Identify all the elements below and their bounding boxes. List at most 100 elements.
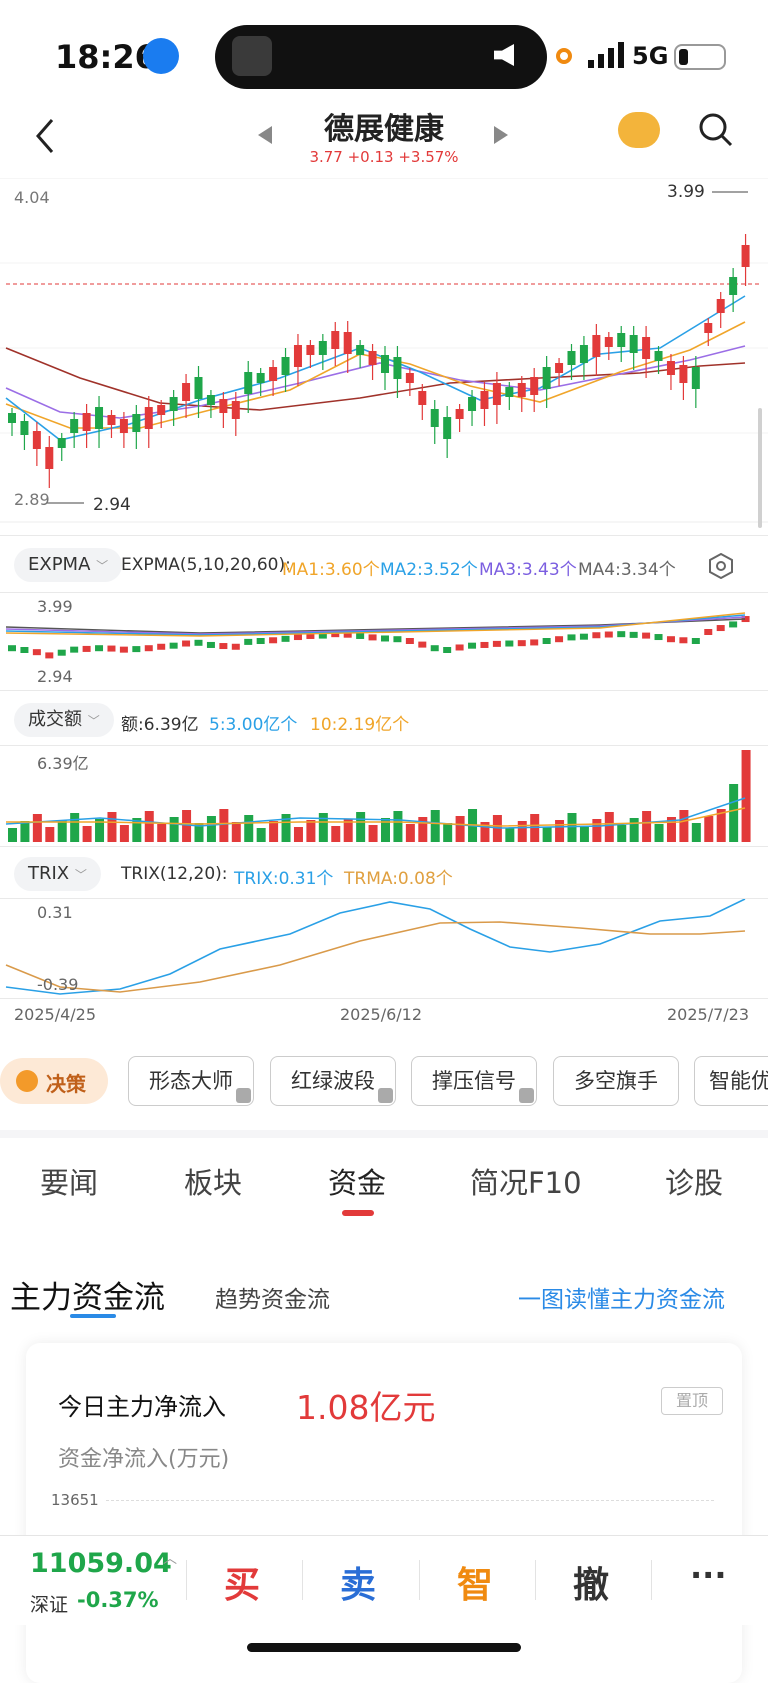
expma-candle [592,632,601,639]
trix-svg [5,898,746,995]
tab-news[interactable]: 要闻 [40,1160,98,1202]
settings-hex-icon[interactable] [709,553,733,579]
candle-body [418,391,427,405]
mascot-icon[interactable] [618,112,660,148]
candle-body [70,419,79,433]
candle-body [468,397,477,411]
record-dot-icon [556,48,572,64]
smart-button[interactable]: 智能优 [694,1056,768,1106]
smart-trade-button[interactable]: 智 [457,1556,493,1608]
support-resistance-label: 撑压信号 [432,1069,516,1093]
scrollbar[interactable] [758,408,762,528]
candle-body [704,323,713,333]
tab-diagnosis[interactable]: 诊股 [665,1160,723,1202]
expma-candle [555,636,564,643]
expma-selector[interactable]: EXPMA ﹀ [14,548,123,582]
candle-body [194,377,203,399]
trix-top-label: 0.31 [37,903,73,922]
tab-main-fund-flow[interactable]: 主力资金流 [10,1272,165,1317]
trix-selector[interactable]: TRIX ﹀ [14,857,101,891]
index-change: -0.37% [77,1588,159,1612]
candle-body [654,351,663,361]
pin-button[interactable]: 置顶 [661,1387,723,1415]
cancel-order-button[interactable]: 撤 [573,1556,609,1608]
expma-candle [206,641,215,648]
price-low-label: 2.89 [14,490,50,509]
candle-body [567,351,576,365]
bottom-trade-bar: 11059.04 ︿ 深证 -0.37% 买 卖 智 撤 ··· [0,1535,768,1625]
red-green-band-button[interactable]: 红绿波段 [270,1056,396,1106]
expma-candle [579,633,588,640]
expma-candle [119,646,128,653]
tab-f10[interactable]: 简况F10 [470,1160,582,1202]
candle-body [57,438,66,448]
trix-bottom-label: -0.39 [37,975,79,994]
trix-title: TRIX(12,20): [121,864,228,884]
red-green-band-label: 红绿波段 [291,1069,375,1093]
expma-chart[interactable]: 3.99 2.94 [0,593,768,691]
expma-bottom-label: 2.94 [37,667,73,686]
lock-icon [378,1088,393,1103]
pattern-master-button[interactable]: 形态大师 [128,1056,254,1106]
inflow-y-top: 13651 [51,1491,99,1509]
volume-bar [331,826,341,842]
index-name: 深证 [30,1594,69,1616]
volume-chart[interactable]: 6.39亿 [0,746,768,846]
expma-candle [169,642,178,649]
volume-bar [169,817,179,842]
candle-body [20,421,29,435]
tab-sector[interactable]: 板块 [184,1160,242,1202]
divider [0,1130,768,1138]
home-indicator [247,1643,521,1652]
expma-candle [82,645,91,652]
next-stock-icon[interactable] [494,126,508,144]
buy-button[interactable]: 买 [224,1556,260,1608]
bull-bear-flag-button[interactable]: 多空旗手 [553,1056,679,1106]
candle-body [119,419,128,433]
volume-selector[interactable]: 成交额 ﹀ [14,703,114,737]
volume-ma5: 5:3.00亿个 [209,715,298,735]
candle-body [517,383,526,397]
kline-chart[interactable]: 4.04 2.89 3.99 2.94 [0,177,768,528]
candle-body [343,332,352,354]
decision-button[interactable]: 决策 [0,1058,108,1104]
candle-body [629,335,638,353]
expma-candle [679,637,688,644]
candle-body [716,299,725,313]
candle-body [617,333,626,347]
candle-body [555,363,564,373]
tab-trend-fund-flow[interactable]: 趋势资金流 [215,1280,330,1314]
volume-bar [617,825,627,842]
volume-bar [505,828,515,842]
date-mid: 2025/6/12 [340,1005,423,1024]
expma-ma4: MA4:3.34个 [578,560,676,580]
sell-button[interactable]: 卖 [340,1556,376,1608]
expma-svg [5,612,750,659]
more-button[interactable]: ··· [690,1556,726,1594]
chevron-up-icon[interactable]: ︿ [163,1548,177,1568]
signal-icon [588,42,624,68]
volume-bar [144,811,154,842]
net-inflow-chart-label: 资金净流入(万元) [58,1447,230,1472]
expma-candle [443,647,452,653]
expma-candle [368,634,377,641]
volume-svg [5,750,751,842]
search-icon[interactable] [698,112,734,148]
volume-bar [741,750,751,842]
expma-candle [281,635,290,642]
expma-candle [293,634,302,641]
candle-body [144,407,153,429]
candle-body [480,391,489,409]
candle-body [8,413,16,423]
expma-candle [381,635,389,642]
candle-body [82,413,91,431]
chevron-down-icon: ﹀ [87,714,100,728]
candle-body [293,345,302,367]
trix-chart[interactable]: 0.31 -0.39 [0,898,768,997]
index-value[interactable]: 11059.04 [30,1548,172,1579]
expma-candle [430,645,439,652]
fund-flow-guide-link[interactable]: 一图读懂主力资金流 [518,1280,725,1314]
support-resistance-button[interactable]: 撑压信号 [411,1056,537,1106]
tab-funds[interactable]: 资金 [328,1160,386,1202]
trix-selector-label: TRIX [28,863,70,884]
